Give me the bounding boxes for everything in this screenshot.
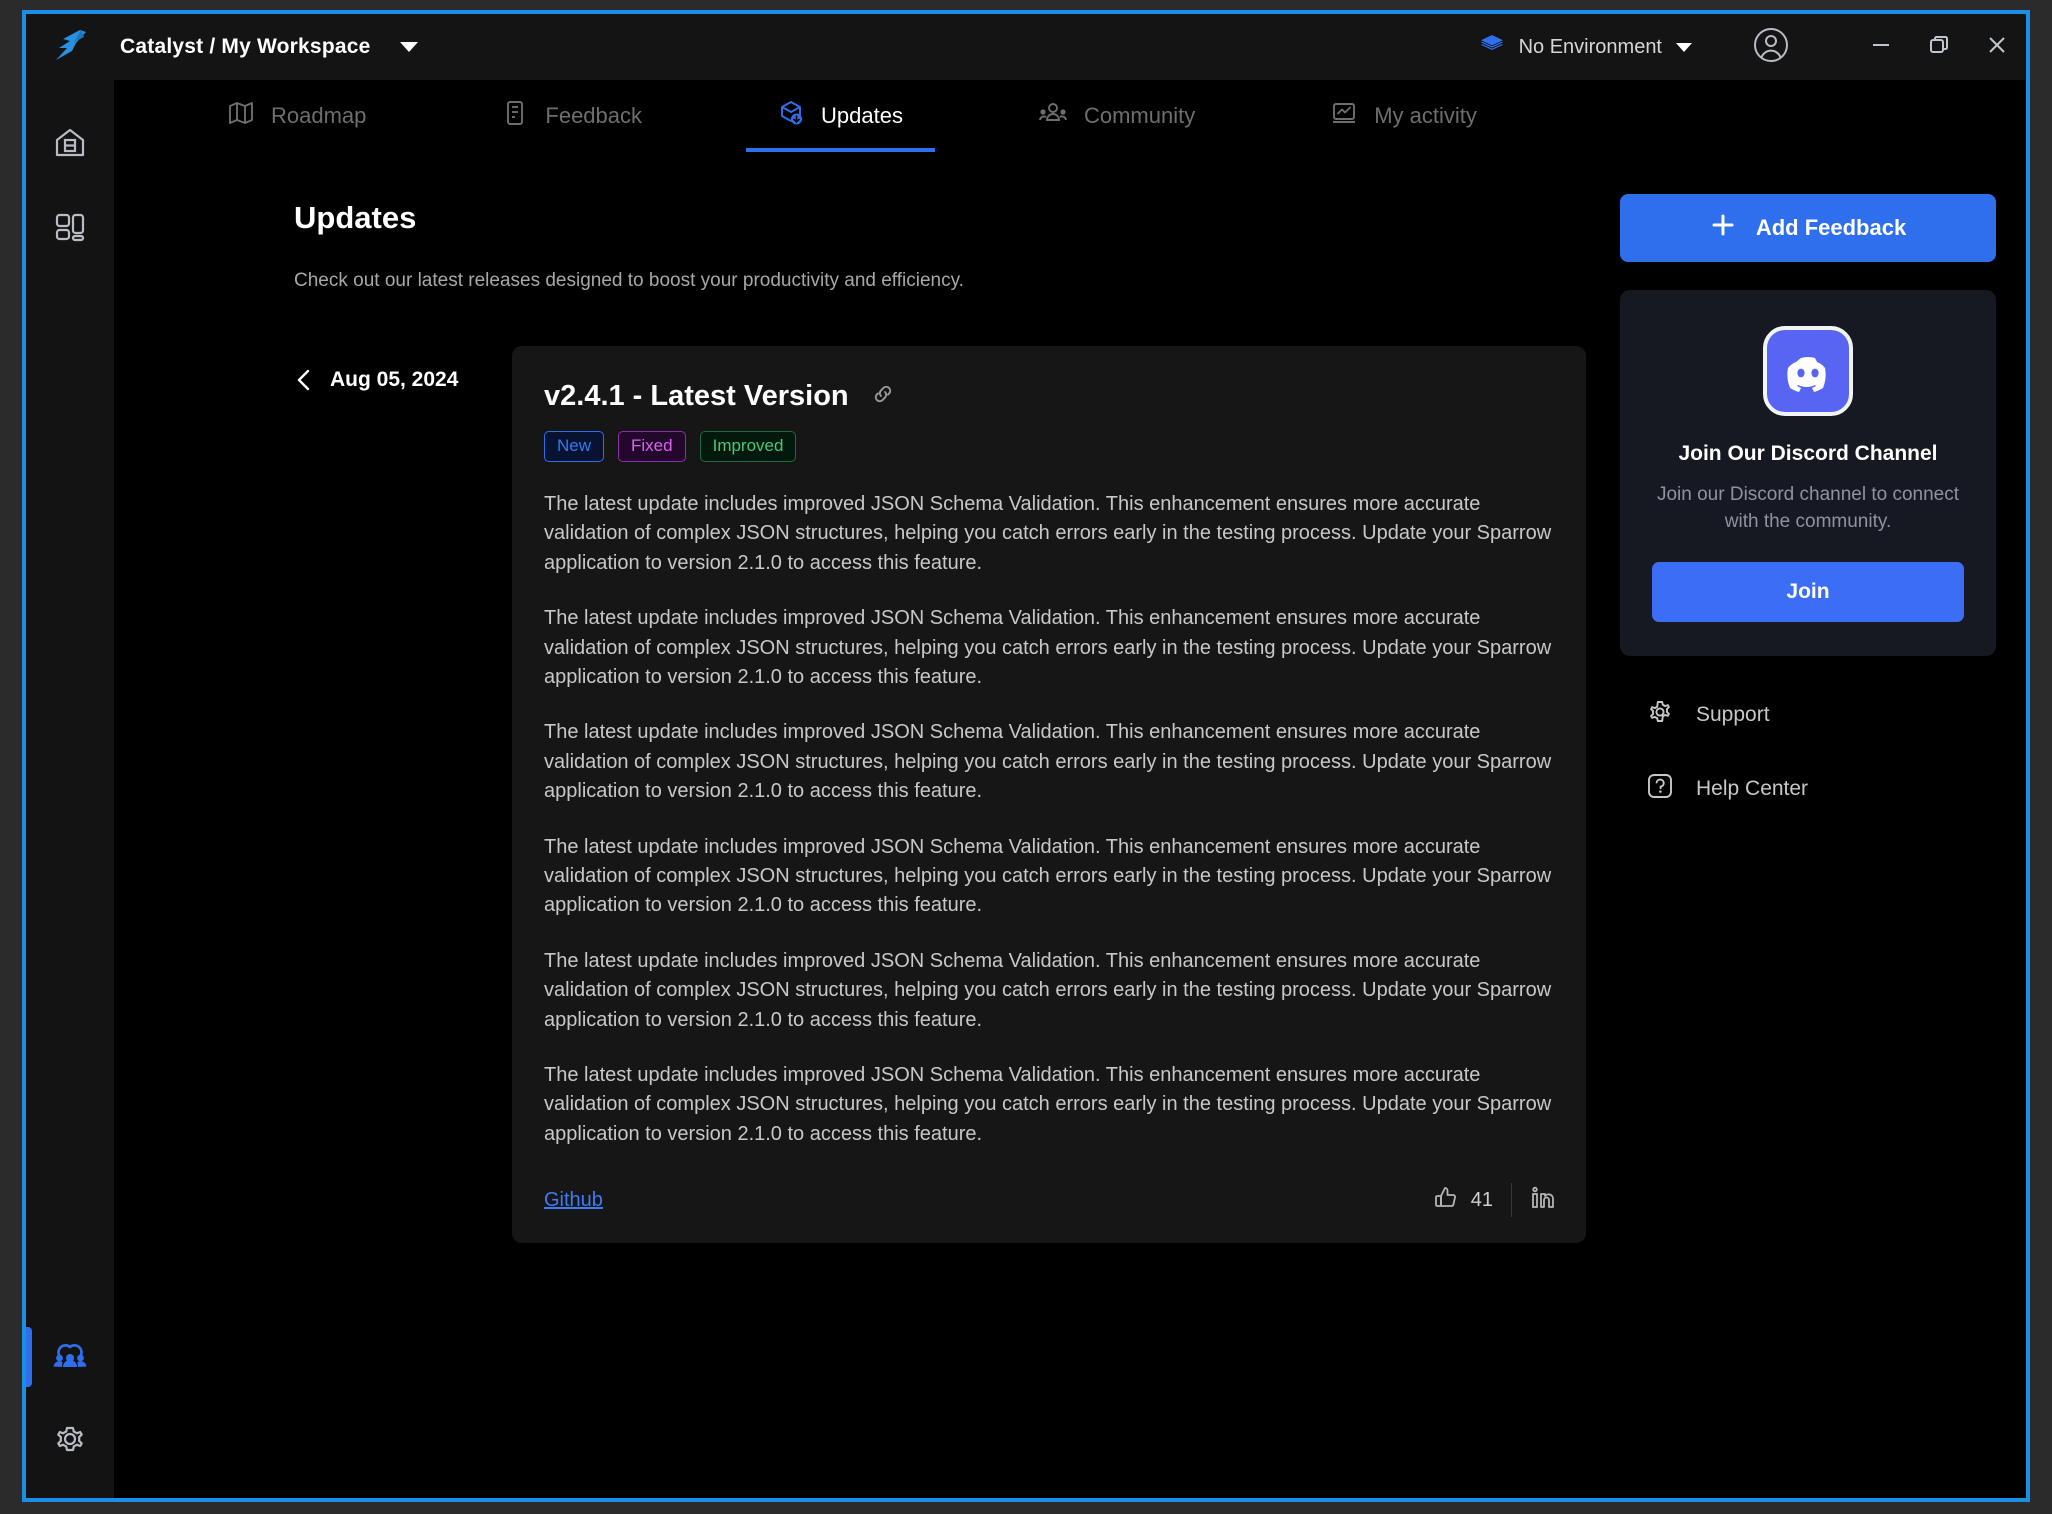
add-feedback-label: Add Feedback [1755, 215, 1907, 240]
home-workspace-icon [53, 126, 87, 165]
sidebar-item-help-center[interactable]: Help Center [1646, 772, 1996, 806]
maximize-button[interactable] [1910, 14, 1968, 80]
discord-title: Join Our Discord Channel [1678, 442, 1938, 465]
discord-card: Join Our Discord Channel Join our Discor… [1620, 290, 1996, 656]
linkedin-icon[interactable] [1530, 1185, 1556, 1216]
sidebar-links: Support Help Center [1620, 698, 1996, 806]
release-date: Aug 05, 2024 [330, 368, 459, 391]
left-rail [26, 80, 114, 1498]
footer-divider [1511, 1183, 1512, 1218]
tab-my-activity[interactable]: My activity [1317, 80, 1491, 152]
page-title: Updates [294, 200, 417, 235]
tab-bar: Roadmap Feedback Updates Community My ac… [114, 80, 2026, 152]
map-icon [228, 100, 254, 132]
app-window: Catalyst / My Workspace No Environment R… [22, 10, 2030, 1502]
right-sidebar: Add Feedback Join Our Discord Channel Jo… [1586, 152, 2026, 1498]
chevron-left-icon[interactable] [294, 368, 314, 397]
add-feedback-button[interactable]: Add Feedback [1620, 194, 1996, 262]
release-version-title: v2.4.1 - Latest Version [544, 380, 849, 412]
environment-label: No Environment [1518, 35, 1662, 58]
discord-join-button[interactable]: Join [1652, 561, 1964, 622]
workspace-chevron-down-icon[interactable] [400, 42, 419, 52]
page-subtitle: Check out our latest releases designed t… [294, 270, 964, 291]
release-paragraph: The latest update includes improved JSON… [544, 835, 1552, 917]
status-badge-fixed: Fixed [618, 431, 686, 463]
people-icon [1039, 100, 1067, 132]
app-logo [26, 26, 114, 69]
release-paragraph: The latest update includes improved JSON… [544, 721, 1552, 803]
release-date-column: Aug 05, 2024 [294, 346, 512, 1243]
title-bar: Catalyst / My Workspace No Environment [26, 14, 2026, 80]
tab-community[interactable]: Community [1025, 80, 1209, 152]
release-paragraph: The latest update includes improved JSON… [544, 607, 1552, 689]
close-icon [1986, 34, 2008, 61]
content-area: Roadmap Feedback Updates Community My ac… [114, 80, 2026, 1498]
discord-logo-icon [1763, 326, 1853, 416]
status-badge-improved: Improved [699, 431, 797, 463]
rail-item-settings[interactable] [39, 1410, 101, 1472]
tab-label: Updates [821, 103, 903, 128]
question-help-icon [1646, 772, 1674, 806]
rail-item-collections[interactable] [39, 198, 101, 260]
tab-active-underline [746, 148, 935, 152]
release-paragraph: The latest update includes improved JSON… [544, 1063, 1552, 1145]
minimize-button[interactable] [1852, 14, 1910, 80]
sidebar-item-support[interactable]: Support [1646, 698, 1996, 732]
document-icon [502, 100, 528, 132]
like-button[interactable]: 41 [1433, 1185, 1493, 1216]
tab-label: Community [1083, 103, 1196, 128]
sparrow-bird-logo-icon [50, 26, 90, 69]
discord-description: Join our Discord channel to connect with… [1656, 484, 1960, 532]
minimize-icon [1870, 34, 1892, 61]
environment-selector[interactable]: No Environment [1479, 32, 1692, 63]
like-count: 41 [1470, 1188, 1493, 1211]
settings-gear-icon [52, 1421, 88, 1462]
account-button[interactable] [1752, 26, 1790, 69]
rail-item-community[interactable] [26, 1326, 101, 1388]
release-entry: Aug 05, 2024 v2.4.1 - Latest Version New… [294, 346, 1586, 1244]
release-card-footer: Github 41 [544, 1183, 1556, 1218]
release-paragraph: The latest update includes improved JSON… [544, 493, 1552, 574]
updates-main: Updates Check out our latest releases de… [114, 152, 1586, 1498]
tab-label: Roadmap [271, 103, 367, 128]
rail-item-home[interactable] [39, 114, 101, 176]
tab-label: My activity [1374, 103, 1477, 128]
thumbs-up-icon [1433, 1185, 1459, 1216]
sidebar-link-label: Help Center [1696, 776, 1809, 800]
layers-icon [1479, 32, 1505, 63]
community-people-icon [52, 1337, 88, 1378]
package-download-icon [778, 100, 804, 132]
user-account-icon [1752, 26, 1790, 69]
settings-gear-icon [1646, 698, 1674, 732]
window-controls [1852, 14, 2026, 80]
release-badges: New Fixed Improved [544, 431, 1556, 463]
collections-grid-icon [53, 210, 87, 249]
github-link[interactable]: Github [544, 1189, 603, 1212]
tab-roadmap[interactable]: Roadmap [214, 80, 380, 152]
tab-feedback[interactable]: Feedback [488, 80, 656, 152]
environment-chevron-down-icon[interactable] [1676, 42, 1692, 52]
status-badge-new: New [544, 431, 605, 463]
plus-icon [1710, 212, 1736, 244]
tab-label: Feedback [545, 103, 643, 128]
activity-chart-icon [1331, 100, 1357, 132]
workspace-breadcrumb[interactable]: Catalyst / My Workspace [120, 35, 370, 59]
sidebar-link-label: Support [1696, 702, 1770, 726]
release-card: v2.4.1 - Latest Version New Fixed Improv… [512, 346, 1586, 1244]
rail-active-indicator [26, 1327, 32, 1387]
close-button[interactable] [1968, 14, 2026, 80]
restore-window-icon [1928, 34, 1950, 61]
chain-link-icon[interactable] [871, 382, 895, 411]
tab-updates[interactable]: Updates [746, 80, 935, 152]
release-paragraph: The latest update includes improved JSON… [544, 949, 1552, 1031]
